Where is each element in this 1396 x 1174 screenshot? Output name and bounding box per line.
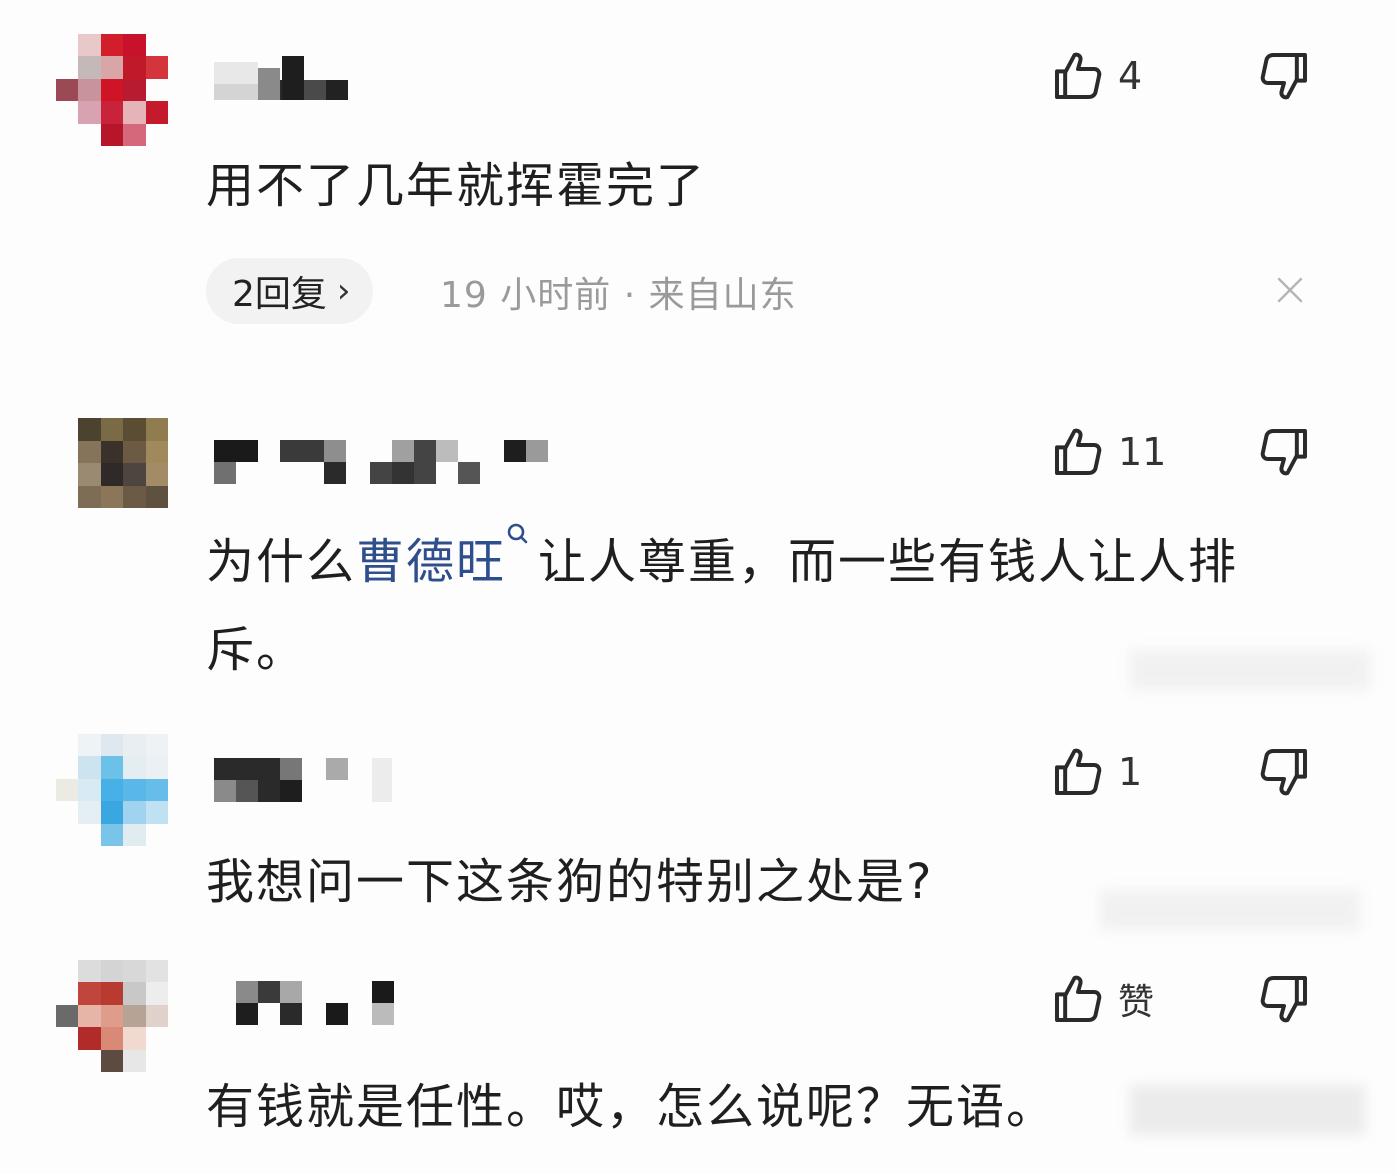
username[interactable] xyxy=(214,56,574,102)
view-replies-button[interactable]: 2回复 › xyxy=(206,258,373,324)
blurred-area xyxy=(1100,890,1360,930)
thumbs-down-icon xyxy=(1260,53,1307,100)
comment-item: 赞 有钱就是任性。哎，怎么说呢？无语。 xyxy=(0,955,1396,1174)
avatar[interactable] xyxy=(78,418,168,508)
reply-count: 2回复 xyxy=(232,274,327,315)
comment-item: 11 为什么曹德旺 让人尊重，而一些有钱人让人排斥。 xyxy=(0,400,1396,700)
username[interactable] xyxy=(236,981,416,1027)
avatar[interactable] xyxy=(56,960,168,1072)
like-label: 赞 xyxy=(1118,982,1155,1023)
search-icon[interactable] xyxy=(506,518,530,558)
comment-actions: 赞 xyxy=(1050,969,1350,1029)
like-count: 4 xyxy=(1118,54,1143,98)
search-link[interactable]: 曹德旺 xyxy=(356,534,506,590)
like-button[interactable]: 4 xyxy=(1050,46,1142,106)
username[interactable] xyxy=(214,758,414,804)
username[interactable] xyxy=(214,440,554,486)
comment-item: 4 用不了几年就挥霍完了 2回复 › 19 小时前 · 来自山东 xyxy=(0,0,1396,340)
thumbs-up-icon xyxy=(1055,975,1102,1022)
like-button[interactable]: 1 xyxy=(1050,742,1142,802)
timestamp-location: 19 小时前 · 来自山东 xyxy=(440,275,797,316)
like-count: 11 xyxy=(1118,430,1167,474)
avatar[interactable] xyxy=(56,734,168,846)
like-button[interactable]: 赞 xyxy=(1050,969,1154,1029)
comment-meta: 2回复 › 19 小时前 · 来自山东 xyxy=(206,258,1326,326)
like-button[interactable]: 11 xyxy=(1050,422,1166,482)
close-icon[interactable] xyxy=(1274,274,1306,306)
chevron-right-icon: › xyxy=(336,271,351,311)
thumbs-up-icon xyxy=(1055,52,1102,99)
thumbs-down-icon xyxy=(1260,976,1307,1023)
comment-text: 用不了几年就挥霍完了 xyxy=(206,158,707,214)
avatar[interactable] xyxy=(56,34,168,146)
like-count: 1 xyxy=(1118,750,1143,794)
blurred-area xyxy=(1130,1085,1365,1135)
dislike-button[interactable] xyxy=(1256,422,1312,482)
blurred-area xyxy=(1130,650,1370,690)
comment-actions: 11 xyxy=(1050,422,1350,482)
comment-actions: 4 xyxy=(1050,46,1350,106)
thumbs-down-icon xyxy=(1260,749,1307,796)
dislike-button[interactable] xyxy=(1256,46,1312,106)
thumbs-down-icon xyxy=(1260,429,1307,476)
thumbs-up-icon xyxy=(1055,428,1102,475)
dislike-button[interactable] xyxy=(1256,742,1312,802)
thumbs-up-icon xyxy=(1055,748,1102,795)
comment-item: 1 我想问一下这条狗的特别之处是? xyxy=(0,730,1396,930)
dislike-button[interactable] xyxy=(1256,969,1312,1029)
comment-actions: 1 xyxy=(1050,742,1350,802)
comment-text-part: 为什么 xyxy=(206,534,357,590)
